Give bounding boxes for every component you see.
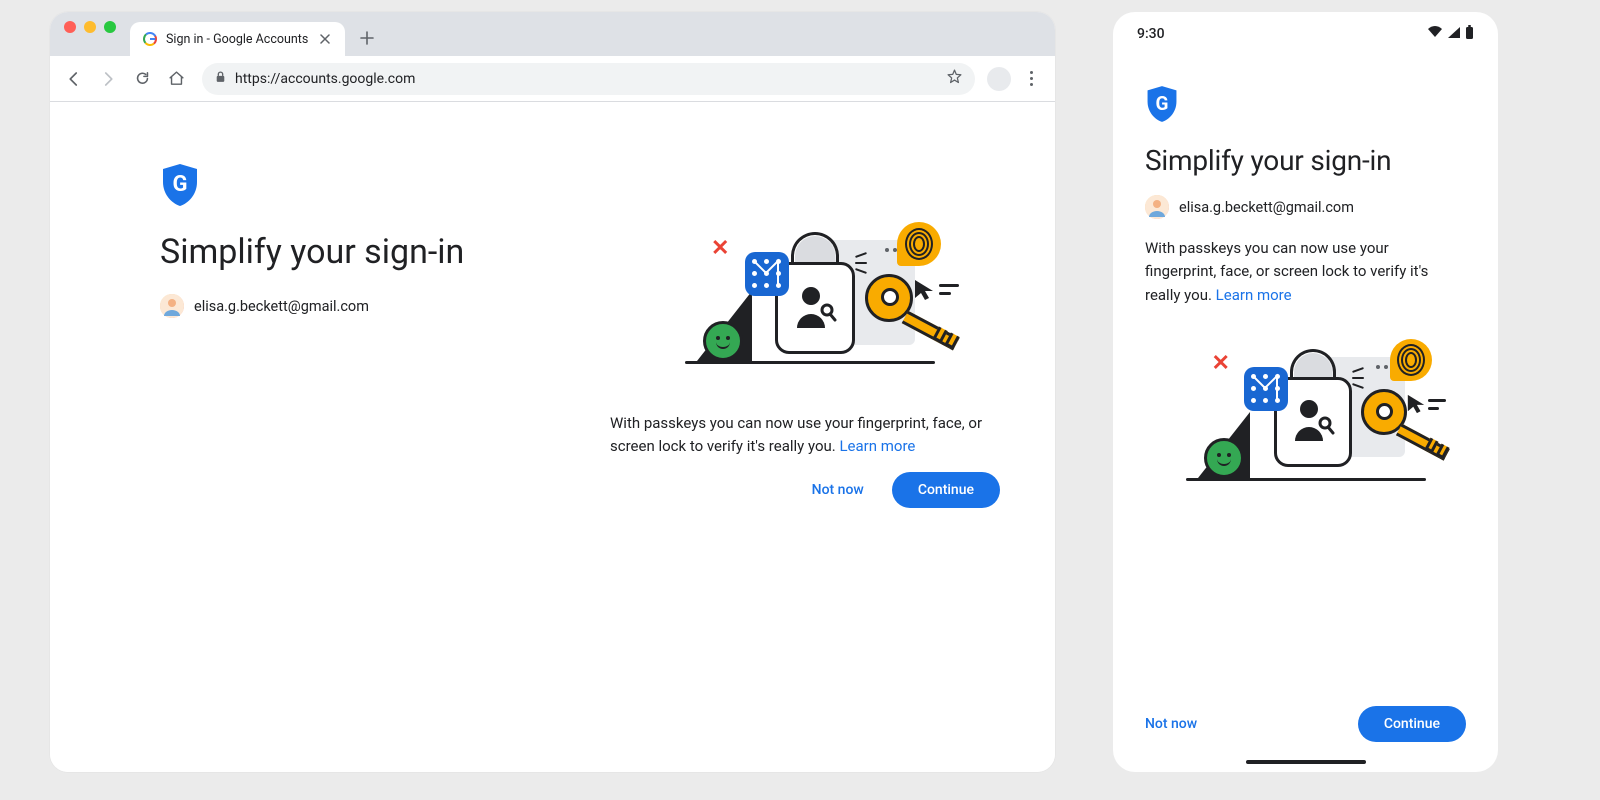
continue-button[interactable]: Continue	[1358, 706, 1466, 742]
page-content: G Simplify your sign-in elisa.g.beckett@…	[50, 102, 1055, 772]
account-chip[interactable]: elisa.g.beckett@gmail.com	[1145, 195, 1466, 219]
tab-strip: Sign in - Google Accounts	[50, 12, 1055, 56]
user-avatar-icon	[160, 294, 184, 318]
google-shield-logo: G	[160, 162, 200, 208]
back-button[interactable]	[60, 65, 88, 93]
tab-close-icon[interactable]	[317, 31, 333, 47]
url-text: https://accounts.google.com	[235, 71, 415, 87]
window-traffic-lights[interactable]	[64, 12, 130, 56]
learn-more-link[interactable]: Learn more	[1216, 286, 1292, 304]
reload-button[interactable]	[128, 65, 156, 93]
address-bar[interactable]: https://accounts.google.com	[202, 63, 975, 95]
account-email: elisa.g.beckett@gmail.com	[1179, 199, 1354, 216]
window-minimize-icon[interactable]	[84, 21, 96, 33]
shield-letter: G	[1145, 82, 1179, 124]
description-text: With passkeys you can now use your finge…	[1145, 237, 1445, 307]
forward-button[interactable]	[94, 65, 122, 93]
google-favicon-icon	[142, 31, 158, 47]
window-maximize-icon[interactable]	[104, 21, 116, 33]
desktop-browser-window: Sign in - Google Accounts https://accoun…	[50, 12, 1055, 772]
home-button[interactable]	[162, 65, 190, 93]
continue-button[interactable]: Continue	[892, 472, 1000, 508]
profile-avatar-button[interactable]	[987, 67, 1011, 91]
description-text: With passkeys you can now use your finge…	[610, 412, 1010, 457]
tab-title: Sign in - Google Accounts	[166, 32, 308, 47]
description-body: With passkeys you can now use your finge…	[610, 414, 982, 455]
bookmark-star-icon[interactable]	[946, 68, 963, 89]
wifi-icon	[1427, 26, 1443, 42]
window-close-icon[interactable]	[64, 21, 76, 33]
user-avatar-icon	[1145, 195, 1169, 219]
mobile-device-frame: 9:30 G Simplify your sign-in elisa.g.bec…	[1113, 12, 1498, 772]
not-now-button[interactable]: Not now	[812, 482, 864, 498]
passkey-illustration: ✕	[1166, 339, 1446, 499]
status-bar: 9:30	[1113, 12, 1498, 56]
status-time: 9:30	[1137, 26, 1165, 42]
action-button-row: Not now Continue	[610, 472, 1000, 508]
page-headline: Simplify your sign-in	[1145, 144, 1466, 177]
passkey-illustration: ✕	[655, 222, 965, 382]
shield-letter: G	[160, 160, 200, 208]
not-now-button[interactable]: Not now	[1145, 716, 1197, 732]
gesture-nav-bar[interactable]	[1246, 760, 1366, 764]
battery-icon	[1465, 25, 1474, 43]
cellular-signal-icon	[1447, 26, 1461, 42]
browser-menu-button[interactable]	[1017, 65, 1045, 93]
google-shield-logo: G	[1145, 84, 1179, 124]
action-button-row: Not now Continue	[1145, 706, 1466, 742]
browser-toolbar: https://accounts.google.com	[50, 56, 1055, 102]
browser-tab[interactable]: Sign in - Google Accounts	[130, 22, 345, 56]
account-email: elisa.g.beckett@gmail.com	[194, 298, 369, 315]
lock-icon	[214, 70, 227, 88]
new-tab-button[interactable]	[353, 24, 381, 52]
learn-more-link[interactable]: Learn more	[839, 437, 915, 455]
